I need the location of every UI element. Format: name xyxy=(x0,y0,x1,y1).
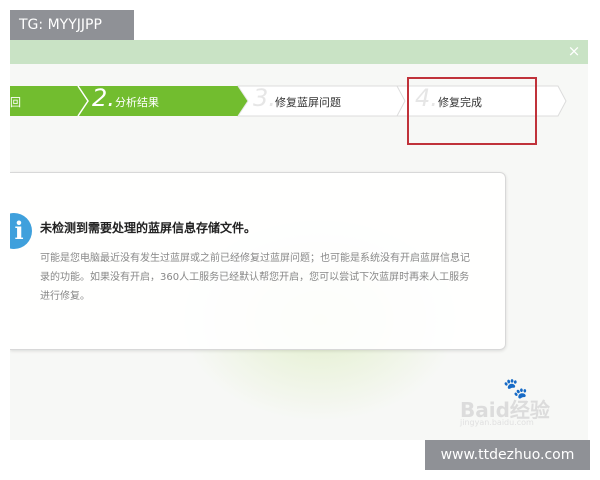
watermark-top-label: TG: MYYJJPP xyxy=(10,10,134,40)
baidu-watermark-url: jingyan.baidu.com xyxy=(460,418,534,427)
close-icon[interactable]: × xyxy=(566,42,582,60)
message-body: 可能是您电脑最近没有发生过蓝屏或之前已经修复过蓝屏问题；也可能是系统没有开启蓝屏… xyxy=(40,253,470,302)
info-icon: i xyxy=(10,213,32,249)
baidu-watermark: 🐾 Baid经验 jingyan.baidu.com xyxy=(460,376,570,430)
window-titlebar: × xyxy=(10,40,588,64)
step-3-number: 3. xyxy=(253,84,276,112)
step-1-label: 回 xyxy=(10,96,21,109)
step-2-number: 2. xyxy=(92,84,115,112)
step-2-label: 分析结果 xyxy=(115,96,159,109)
app-window: × 回 2. 分析结果 3. 修复蓝屏问题 4. 修复完成 i 未检测到需要处理… xyxy=(10,40,588,440)
watermark-bottom-label: www.ttdezhuo.com xyxy=(425,440,590,470)
step-1-arrow xyxy=(10,86,88,116)
message-title: 未检测到需要处理的蓝屏信息存储文件。 xyxy=(40,221,257,235)
highlight-annotation-box xyxy=(407,77,537,145)
step-3-label: 修复蓝屏问题 xyxy=(275,96,341,109)
result-message-card: i 未检测到需要处理的蓝屏信息存储文件。 可能是您电脑最近没有发生过蓝屏或之前已… xyxy=(10,172,506,350)
